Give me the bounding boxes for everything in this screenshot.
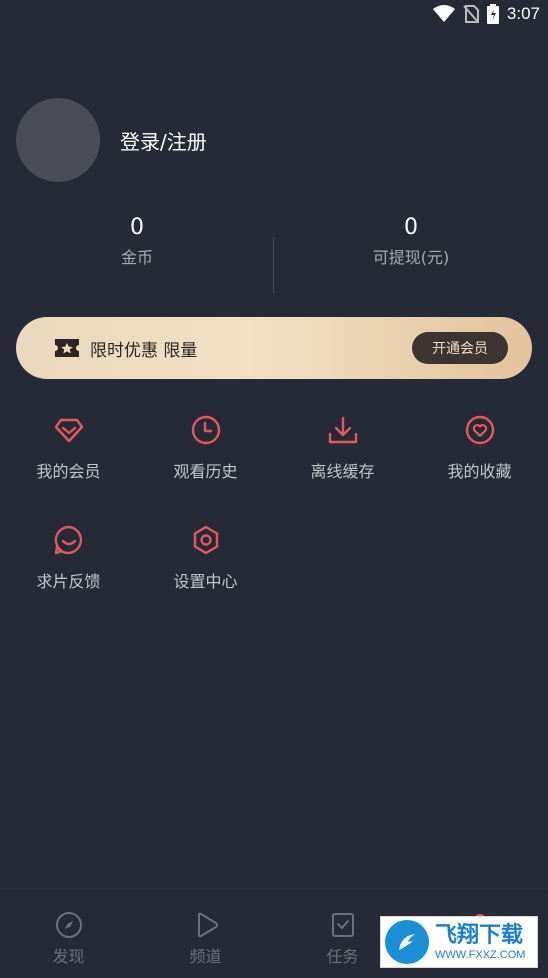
status-time: 3:07: [506, 4, 540, 23]
download-icon: [325, 412, 361, 448]
heart-icon: [462, 412, 498, 448]
menu-item-label: 我的会员: [36, 462, 101, 481]
watermark-url: WWW.FXXZ.COM: [435, 949, 526, 961]
wifi-icon: [432, 5, 455, 22]
menu-item-history[interactable]: 观看历史: [137, 412, 274, 522]
withdrawable-label: 可提现(元): [372, 248, 450, 267]
open-membership-button[interactable]: 开通会员: [412, 332, 508, 364]
task-icon: [331, 913, 354, 937]
stats-panel: 0 金币 0 可提现(元): [0, 213, 548, 295]
ticket-star-icon: [55, 339, 79, 357]
nav-tab-label: 发现: [52, 947, 85, 966]
no-sim-icon: [463, 5, 479, 23]
status-bar: 3:07: [0, 0, 548, 28]
login-register-link[interactable]: 登录/注册: [120, 126, 207, 155]
vip-promo-banner[interactable]: 限时优惠 限量 开通会员: [16, 317, 532, 379]
compass-icon: [55, 912, 82, 938]
nav-tab-channel[interactable]: 频道: [137, 889, 274, 978]
menu-item-label: 设置中心: [173, 572, 238, 591]
menu-item-offline-cache[interactable]: 离线缓存: [274, 412, 411, 522]
watermark-title: 飞翔下载: [435, 923, 524, 948]
withdrawable-stat[interactable]: 0 可提现(元): [274, 213, 548, 295]
menu-item-membership[interactable]: 我的会员: [0, 412, 137, 522]
stats-divider: [273, 237, 274, 293]
menu-item-request-feedback[interactable]: 求片反馈: [0, 522, 137, 632]
diamond-icon: [51, 412, 87, 448]
vip-promo-text: 限时优惠 限量: [90, 340, 198, 361]
play-icon: [197, 912, 218, 938]
coins-value: 0: [130, 215, 144, 240]
menu-item-settings[interactable]: 设置中心: [137, 522, 274, 632]
avatar[interactable]: [16, 98, 100, 182]
menu-grid: 我的会员 观看历史 离线缓存 我的收藏 求片反馈 设置中心: [0, 412, 548, 632]
coins-stat[interactable]: 0 金币: [0, 213, 274, 295]
menu-item-label: 观看历史: [173, 462, 238, 481]
feedback-icon: [51, 522, 87, 558]
nav-tab-label: 频道: [189, 947, 222, 966]
withdrawable-value: 0: [404, 215, 418, 240]
coins-label: 金币: [120, 248, 153, 267]
watermark-icon: [385, 920, 429, 964]
clock-icon: [188, 412, 224, 448]
menu-item-favorites[interactable]: 我的收藏: [411, 412, 548, 522]
menu-item-label: 求片反馈: [36, 572, 101, 591]
profile-header[interactable]: 登录/注册: [16, 98, 207, 182]
nav-tab-discover[interactable]: 发现: [0, 889, 137, 978]
watermark-logo: 飞翔下载 WWW.FXXZ.COM: [380, 916, 538, 968]
menu-item-label: 我的收藏: [447, 462, 512, 481]
settings-icon: [188, 522, 224, 558]
nav-tab-label: 任务: [326, 947, 359, 966]
battery-icon: [486, 4, 499, 24]
menu-item-label: 离线缓存: [310, 462, 375, 481]
